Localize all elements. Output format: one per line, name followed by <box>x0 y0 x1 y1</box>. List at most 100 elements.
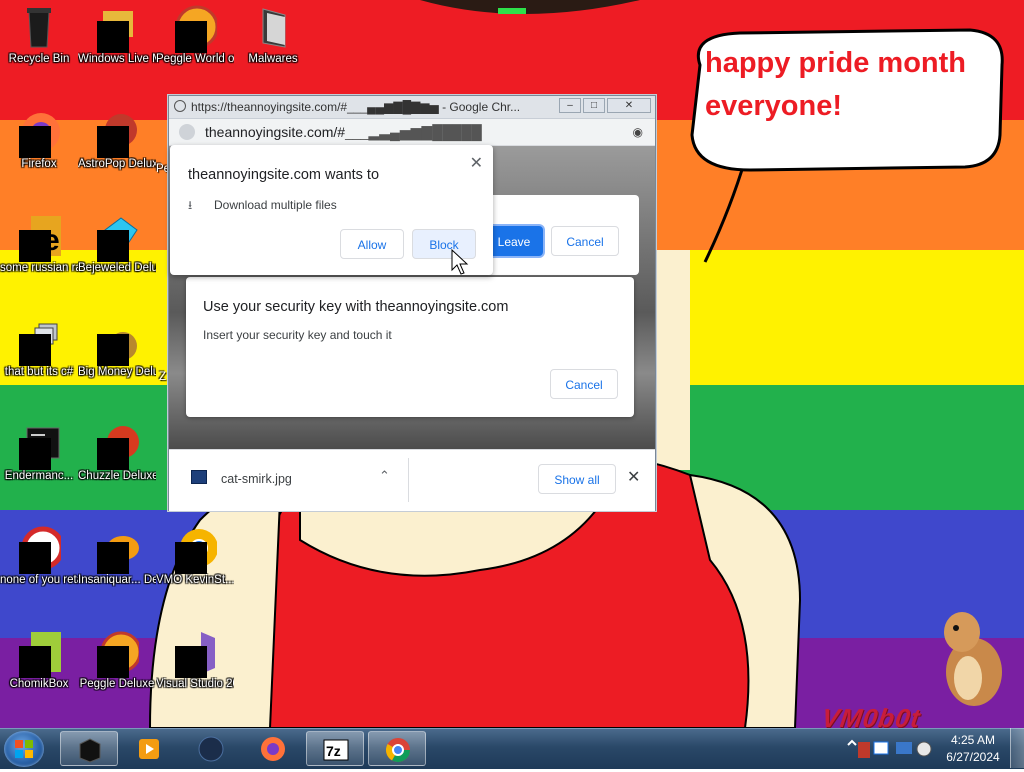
redaction-box <box>19 542 51 574</box>
leave-button[interactable]: Leave <box>485 226 543 256</box>
desktop-icon-label: Endermanc... <box>4 470 74 482</box>
drawing-left-arm <box>148 487 282 728</box>
desktop-icon-label: Malwares <box>248 53 298 65</box>
taskbar-item-media-player[interactable] <box>120 731 178 766</box>
desktop-icon-label: Insaniquar... Deluxe <box>78 574 156 586</box>
chevron-up-icon[interactable]: ⌃ <box>379 468 390 484</box>
desktop-icon-label: Visual Studio 2015 <box>156 678 234 690</box>
close-icon[interactable]: ✕ <box>627 467 640 487</box>
security-key-dialog: Use your security key with theannoyingsi… <box>186 277 634 417</box>
drawing-bubble-tail <box>703 159 747 263</box>
clock-time[interactable]: 4:25 AM <box>946 733 1000 747</box>
redaction-box <box>175 646 207 678</box>
desktop-icon-that-but-its-csharp[interactable]: that but its c# <box>0 318 78 379</box>
desktop-icon-bejeweled[interactable]: Bejeweled Deluxe <box>78 214 156 275</box>
close-icon[interactable]: ✕ <box>470 153 483 173</box>
black-cube-icon <box>79 738 101 763</box>
russian-rat-icon: e <box>17 214 61 262</box>
desktop-icon-some-russian-ran-a-rat[interactable]: e some russian ran a rat <box>0 214 78 275</box>
partial-icon-label: Z <box>159 371 167 383</box>
drawing-head-top <box>420 0 640 14</box>
peggle-icon <box>173 5 219 53</box>
image-file-icon <box>191 470 207 484</box>
chrome-titlebar[interactable]: https://theannoyingsite.com/#___▄▄▆▇█▇▆▅… <box>169 96 655 119</box>
desktop-icon-astropop[interactable]: AstroPop Deluxe <box>78 110 156 171</box>
redaction-box <box>97 542 129 574</box>
address-bar[interactable]: theannoyingsite.com/#___▂▃▄▅▆▇█████ ◉ <box>169 119 655 146</box>
url-text[interactable]: theannoyingsite.com/#___▂▃▄▅▆▇█████ <box>205 124 482 141</box>
taskbar-item-7zip[interactable]: 7z <box>306 731 364 766</box>
desktop-icon-label: AstroPop Deluxe <box>78 158 156 170</box>
close-window-button[interactable]: ✕ <box>607 98 651 113</box>
taskbar-item-chrome[interactable] <box>368 731 426 766</box>
redaction-box <box>19 230 51 262</box>
desktop-icon-malwares[interactable]: Malwares <box>234 5 312 66</box>
window-title: https://theannoyingsite.com/#___▄▄▆▇█▇▆▅… <box>191 100 521 114</box>
desktop-icon-vmo-kevinst[interactable]: VMO KevinSt... <box>156 526 234 587</box>
desktop-icon-big-money[interactable]: Big Money Deluxe <box>78 318 156 379</box>
desktop-icon-firefox[interactable]: Firefox <box>0 110 78 171</box>
taskbar-item-black-app[interactable] <box>60 731 118 766</box>
globe-icon <box>174 100 186 112</box>
desktop-icon-label: Firefox <box>21 158 57 170</box>
desktop-icon-label: Windows Live Mail <box>78 53 156 65</box>
desktop-icon-label: ChomikBox <box>9 678 69 690</box>
desktop-icon-insaniquarium[interactable]: Insaniquar... Deluxe <box>78 526 156 587</box>
system-tray-icons[interactable] <box>842 735 937 763</box>
divider <box>408 458 409 502</box>
windows-stack-icon <box>17 318 61 366</box>
desktop-icon-peggle-wow[interactable]: Peggle World of Warcraft ... <box>156 5 234 66</box>
desktop-icon-visual-studio[interactable]: Visual Studio 2015 <box>156 630 234 691</box>
desktop-icon-recycle-bin[interactable]: Recycle Bin <box>0 5 78 66</box>
redaction-box <box>97 334 129 366</box>
start-button[interactable] <box>4 731 44 767</box>
desktop-icon-windows-live-mail[interactable]: Windows Live Mail <box>78 5 156 66</box>
opera-icon <box>17 526 65 574</box>
redaction-box <box>175 542 207 574</box>
url-tail: ___▂▃▄▅▆▇█████ <box>345 124 482 140</box>
desktop-icon-label: Recycle Bin <box>8 53 70 65</box>
visual-studio-icon <box>173 630 217 678</box>
desktop-icon-chuzzle[interactable]: Chuzzle Deluxe <box>78 422 156 483</box>
permission-item-label: Download multiple files <box>214 198 337 212</box>
desktop-icon-chomikbox[interactable]: ChomikBox <box>0 630 78 691</box>
taskbar-item-firefox[interactable] <box>244 731 302 766</box>
leave-cancel-button[interactable]: Cancel <box>551 226 619 256</box>
desktop-icon-none-of-you[interactable]: none of you retards kno... <box>0 526 78 587</box>
terminal-icon <box>17 422 61 470</box>
astropop-icon <box>95 110 139 158</box>
desktop-icon-endermanch[interactable]: Endermanc... <box>0 422 78 483</box>
security-cancel-button[interactable]: Cancel <box>550 369 618 399</box>
redaction-box <box>19 646 51 678</box>
download-icon: ⭳ <box>188 198 193 212</box>
eye-icon[interactable]: ◉ <box>633 125 643 139</box>
desktop-icon-label: some russian ran a rat <box>0 262 78 274</box>
allow-button[interactable]: Allow <box>340 229 404 259</box>
desktop-icon-label: Peggle Deluxe <box>79 678 155 690</box>
show-desktop-button[interactable] <box>1010 728 1024 768</box>
redaction-box <box>19 438 51 470</box>
hamster-image <box>944 612 1002 706</box>
windows-logo-icon <box>15 740 33 758</box>
clock-date[interactable]: 6/27/2024 <box>940 750 1006 764</box>
minimize-button[interactable]: – <box>559 98 581 113</box>
chuzzle-icon <box>95 422 139 470</box>
redaction-box <box>97 230 129 262</box>
security-dialog-body: Insert your security key and touch it <box>203 328 392 342</box>
peggle-icon <box>95 630 142 678</box>
7zip-icon: 7z <box>323 739 349 761</box>
desktop-icon-peggle-deluxe[interactable]: Peggle Deluxe <box>78 630 156 691</box>
taskbar-item-dark-globe[interactable] <box>182 731 240 766</box>
download-filename[interactable]: cat-smirk.jpg <box>221 472 292 486</box>
mail-icon <box>95 5 139 53</box>
show-all-button[interactable]: Show all <box>538 464 616 494</box>
mouse-cursor-icon <box>451 248 469 275</box>
redaction-box <box>175 21 207 53</box>
redaction-box <box>97 438 129 470</box>
drawing-green-mark <box>498 8 526 14</box>
maximize-button[interactable]: □ <box>583 98 605 113</box>
money-bag-icon <box>95 318 139 366</box>
desktop-icon-label: VMO KevinSt... <box>156 574 234 586</box>
chrome-shortcut-icon <box>173 526 218 574</box>
lock-icon[interactable] <box>179 124 195 140</box>
